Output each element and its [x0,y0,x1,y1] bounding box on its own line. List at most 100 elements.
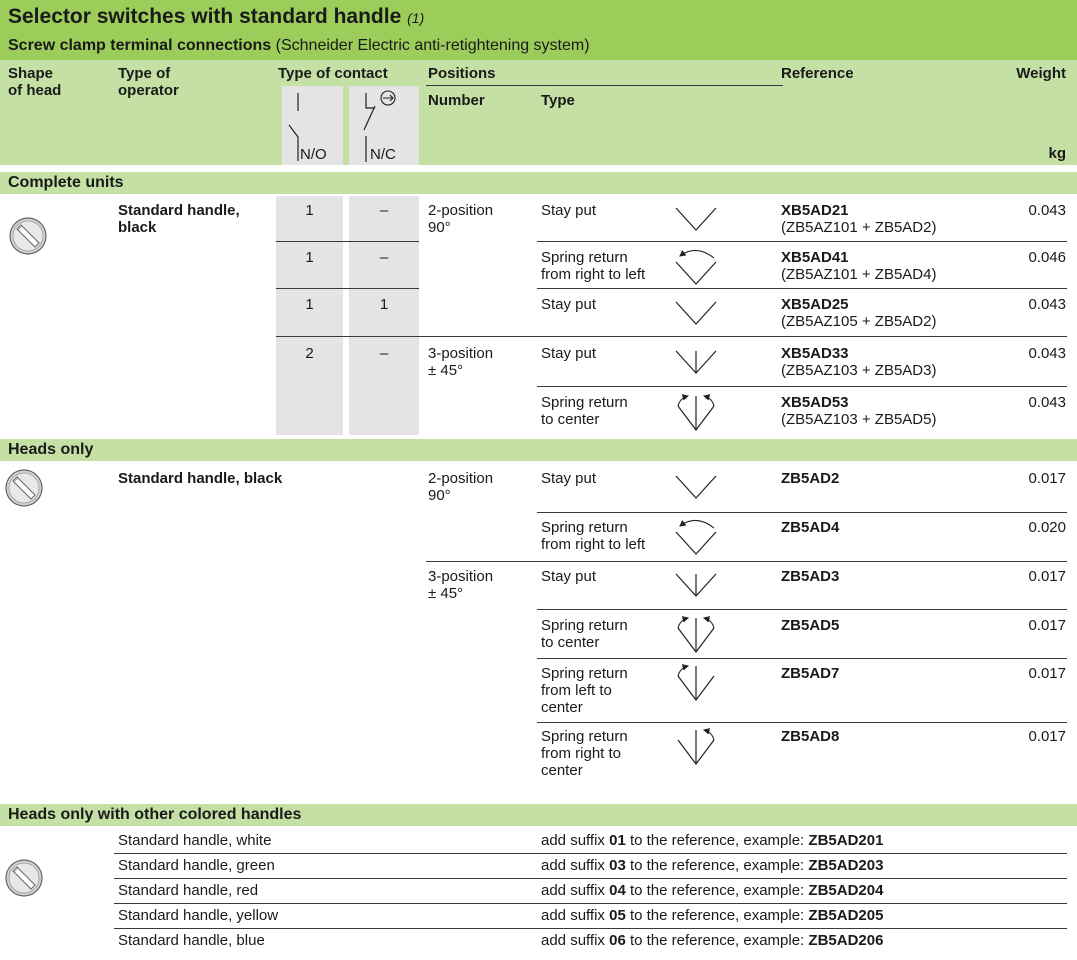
heads-pos3-1: 3-position [428,568,494,585]
heads-row-weight: 0.020 [1028,519,1066,536]
heads-row-ref: ZB5AD7 [781,665,840,682]
complete-row-weight: 0.043 [1028,202,1066,219]
heads-pos2-2: 90° [428,487,451,504]
heads-row-type: Stay put [541,470,597,487]
colored-suffix: 04 [609,882,626,899]
colored-prefix: add suffix [541,932,610,949]
complete-row-type: Stay put [541,202,597,219]
header-operator-2: operator [118,82,179,99]
heads-row-ref: ZB5AD3 [781,568,840,585]
heads-row-type-2: from right to left [541,536,646,553]
header-type: Type [541,92,575,109]
complete-row-no: 1 [305,249,314,266]
complete-pos3-1: 3-position [428,345,494,362]
heads-pos2-1: 2-position [428,470,494,487]
header-weight: Weight [1016,65,1066,82]
stay-put-3pos-icon [675,350,717,374]
complete-row-weight: 0.043 [1028,394,1066,411]
selector-head-icon [9,217,47,255]
heads-row-weight: 0.017 [1028,568,1066,585]
complete-nc-column [349,196,419,435]
no-label: N/O [300,146,327,163]
heads-pos3-2: ± 45° [428,585,464,602]
row-divider [537,288,1067,289]
complete-row-weight: 0.046 [1028,249,1066,266]
title-note: (1) [407,10,425,26]
row-divider [276,288,419,289]
heads-operator: Standard handle, black [118,470,283,487]
stay-put-3pos-icon [675,573,717,597]
complete-row-ref: XB5AD41 [781,249,849,266]
heads-row-ref: ZB5AD4 [781,519,840,536]
colored-prefix: add suffix [541,832,610,849]
section-heads-label: Heads only [8,441,94,458]
heads-row-type-2: from left to [541,682,612,699]
header-positions: Positions [428,65,496,82]
heads-row-type: Spring return [541,617,628,634]
complete-row-nc: 1 [379,296,389,313]
heads-row-type-2: from right to [541,745,622,762]
colored-example: ZB5AD204 [808,882,884,899]
selector-head-icon [5,469,43,507]
colored-suffix: 03 [609,857,626,874]
colored-row-handle: Standard handle, yellow [118,907,279,924]
complete-row-type: Stay put [541,345,597,362]
heads-row-type-3: center [541,762,583,779]
page-title: Selector switches with standard handle (… [8,4,424,31]
spring-return-center-icon [677,616,715,653]
section-colored-label: Heads only with other colored handles [8,806,302,823]
heads-row-weight: 0.017 [1028,470,1066,487]
heads-row-weight: 0.017 [1028,617,1066,634]
colored-middle: to the reference, example: [625,932,809,949]
complete-row-sub: (ZB5AZ101 + ZB5AD2) [781,219,937,236]
heads-row-ref: ZB5AD2 [781,470,840,487]
complete-row-ref: XB5AD53 [781,394,849,411]
header-operator: Type of [118,65,171,82]
colored-suffix: 01 [609,832,626,849]
complete-operator-1: Standard handle, [118,202,240,219]
complete-row-type: Spring return [541,394,628,411]
page-subtitle: Screw clamp terminal connections (Schnei… [8,37,590,54]
page-title-text: Selector switches with standard handle [8,5,402,28]
colored-middle: to the reference, example: [625,907,809,924]
complete-row-sub: (ZB5AZ103 + ZB5AD5) [781,411,937,428]
row-divider [537,241,1067,242]
complete-row-sub: (ZB5AZ101 + ZB5AD4) [781,266,937,283]
complete-row-ref: XB5AD21 [781,202,849,219]
complete-row-type-2: from right to left [541,266,646,283]
section-complete-label: Complete units [8,174,124,191]
complete-pos2-1: 2-position [428,202,494,219]
complete-row-type: Spring return [541,249,628,266]
row-divider [426,561,1067,562]
complete-no-column [276,196,343,435]
spring-return-right-left-icon [675,519,717,555]
colored-middle: to the reference, example: [625,857,809,874]
row-divider [537,386,1067,387]
complete-row-nc: – [379,249,389,266]
row-divider [114,853,1067,854]
row-divider [537,512,1067,513]
heads-row-type: Spring return [541,728,628,745]
heads-row-ref: ZB5AD5 [781,617,840,634]
header-reference: Reference [781,65,854,82]
colored-prefix: add suffix [541,907,610,924]
complete-row-ref: XB5AD33 [781,345,849,362]
complete-row-sub: (ZB5AZ103 + ZB5AD3) [781,362,937,379]
complete-row-no: 1 [305,202,314,219]
colored-prefix: add suffix [541,857,610,874]
complete-row-sub: (ZB5AZ105 + ZB5AD2) [781,313,937,330]
colored-suffix: 05 [609,907,626,924]
colored-example: ZB5AD201 [808,832,884,849]
row-divider [537,609,1067,610]
colored-row-handle: Standard handle, white [118,832,272,849]
section-complete-units [0,172,1077,194]
complete-row-ref: XB5AD25 [781,296,849,313]
header-shape-2: of head [8,82,62,99]
heads-row-ref: ZB5AD8 [781,728,840,745]
complete-row-type-2: to center [541,411,600,428]
stay-put-2pos-icon [675,301,717,325]
heads-row-type: Spring return [541,519,628,536]
row-divider [114,928,1067,929]
row-divider [276,336,1067,337]
complete-row-nc: – [379,202,389,219]
